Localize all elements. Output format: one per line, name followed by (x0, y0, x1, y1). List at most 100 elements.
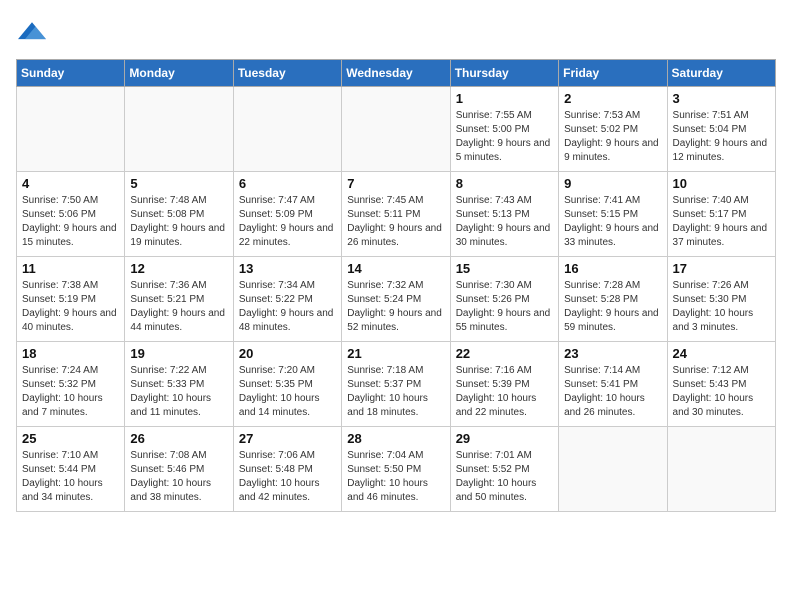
day-info: Sunrise: 7:38 AM Sunset: 5:19 PM Dayligh… (22, 279, 119, 335)
day-number: 3 (673, 91, 770, 106)
day-info: Sunrise: 7:47 AM Sunset: 5:09 PM Dayligh… (239, 194, 336, 250)
calendar-cell: 17 Sunrise: 7:26 AM Sunset: 5:30 PM Dayli… (667, 257, 775, 342)
day-number: 22 (456, 346, 553, 361)
day-info: Sunrise: 7:55 AM Sunset: 5:00 PM Dayligh… (456, 109, 553, 165)
calendar-cell: 3Sunrise: 7:51 AM Sunset: 5:04 PM Daylig… (667, 87, 775, 172)
day-number: 7 (347, 176, 444, 191)
calendar-cell (342, 87, 450, 172)
day-number: 6 (239, 176, 336, 191)
day-number: 18 (22, 346, 119, 361)
day-info: Sunrise: 7:50 AM Sunset: 5:06 PM Dayligh… (22, 194, 119, 250)
calendar-cell (667, 427, 775, 512)
calendar-cell: 12 Sunrise: 7:36 AM Sunset: 5:21 PM Dayli… (125, 257, 233, 342)
calendar-cell: 6 Sunrise: 7:47 AM Sunset: 5:09 PM Daylig… (233, 172, 341, 257)
calendar-cell: 5 Sunrise: 7:48 AM Sunset: 5:08 PM Daylig… (125, 172, 233, 257)
day-info: Sunrise: 7:34 AM Sunset: 5:22 PM Dayligh… (239, 279, 336, 335)
calendar-cell: 8 Sunrise: 7:43 AM Sunset: 5:13 PM Daylig… (450, 172, 558, 257)
day-of-week-header: Friday (559, 60, 667, 87)
day-number: 17 (673, 261, 770, 276)
calendar-cell: 11 Sunrise: 7:38 AM Sunset: 5:19 PM Dayli… (17, 257, 125, 342)
page-header (16, 16, 776, 49)
day-info: Sunrise: 7:14 AM Sunset: 5:41 PM Dayligh… (564, 364, 661, 420)
calendar-cell: 23 Sunrise: 7:14 AM Sunset: 5:41 PM Dayli… (559, 342, 667, 427)
day-info: Sunrise: 7:06 AM Sunset: 5:48 PM Dayligh… (239, 449, 336, 505)
calendar-cell: 14 Sunrise: 7:32 AM Sunset: 5:24 PM Dayli… (342, 257, 450, 342)
calendar-cell: 24 Sunrise: 7:12 AM Sunset: 5:43 PM Dayli… (667, 342, 775, 427)
calendar-cell: 7 Sunrise: 7:45 AM Sunset: 5:11 PM Daylig… (342, 172, 450, 257)
day-info: Sunrise: 7:24 AM Sunset: 5:32 PM Dayligh… (22, 364, 119, 420)
calendar-cell: 28 Sunrise: 7:04 AM Sunset: 5:50 PM Dayli… (342, 427, 450, 512)
day-info: Sunrise: 7:01 AM Sunset: 5:52 PM Dayligh… (456, 449, 553, 505)
day-number: 25 (22, 431, 119, 446)
day-number: 27 (239, 431, 336, 446)
day-of-week-header: Saturday (667, 60, 775, 87)
calendar-cell: 1 Sunrise: 7:55 AM Sunset: 5:00 PM Daylig… (450, 87, 558, 172)
day-number: 8 (456, 176, 553, 191)
day-number: 12 (130, 261, 227, 276)
logo (16, 16, 46, 49)
day-info: Sunrise: 7:30 AM Sunset: 5:26 PM Dayligh… (456, 279, 553, 335)
day-info: Sunrise: 7:22 AM Sunset: 5:33 PM Dayligh… (130, 364, 227, 420)
day-number: 2 (564, 91, 661, 106)
calendar-cell: 20Sunrise: 7:20 AM Sunset: 5:35 PM Dayli… (233, 342, 341, 427)
day-info: Sunrise: 7:12 AM Sunset: 5:43 PM Dayligh… (673, 364, 770, 420)
calendar-cell (125, 87, 233, 172)
day-number: 5 (130, 176, 227, 191)
calendar-cell: 18 Sunrise: 7:24 AM Sunset: 5:32 PM Dayli… (17, 342, 125, 427)
day-number: 29 (456, 431, 553, 446)
day-info: Sunrise: 7:53 AM Sunset: 5:02 PM Dayligh… (564, 109, 661, 165)
calendar-cell: 16 Sunrise: 7:28 AM Sunset: 5:28 PM Dayli… (559, 257, 667, 342)
calendar-cell: 29 Sunrise: 7:01 AM Sunset: 5:52 PM Dayli… (450, 427, 558, 512)
calendar-cell: 21 Sunrise: 7:18 AM Sunset: 5:37 PM Dayli… (342, 342, 450, 427)
day-number: 4 (22, 176, 119, 191)
calendar-cell (233, 87, 341, 172)
calendar-cell: 10 Sunrise: 7:40 AM Sunset: 5:17 PM Dayli… (667, 172, 775, 257)
calendar-cell: 9 Sunrise: 7:41 AM Sunset: 5:15 PM Daylig… (559, 172, 667, 257)
day-info: Sunrise: 7:48 AM Sunset: 5:08 PM Dayligh… (130, 194, 227, 250)
day-number: 24 (673, 346, 770, 361)
day-of-week-header: Tuesday (233, 60, 341, 87)
day-number: 9 (564, 176, 661, 191)
day-number: 10 (673, 176, 770, 191)
day-info: Sunrise: 7:40 AM Sunset: 5:17 PM Dayligh… (673, 194, 770, 250)
calendar-cell: 4 Sunrise: 7:50 AM Sunset: 5:06 PM Daylig… (17, 172, 125, 257)
day-number: 21 (347, 346, 444, 361)
day-number: 19 (130, 346, 227, 361)
day-number: 23 (564, 346, 661, 361)
day-info: Sunrise: 7:32 AM Sunset: 5:24 PM Dayligh… (347, 279, 444, 335)
calendar-cell: 15 Sunrise: 7:30 AM Sunset: 5:26 PM Dayli… (450, 257, 558, 342)
calendar-cell: 22 Sunrise: 7:16 AM Sunset: 5:39 PM Dayli… (450, 342, 558, 427)
calendar-cell: 19 Sunrise: 7:22 AM Sunset: 5:33 PM Dayli… (125, 342, 233, 427)
calendar-cell (559, 427, 667, 512)
day-of-week-header: Wednesday (342, 60, 450, 87)
calendar-cell: 27 Sunrise: 7:06 AM Sunset: 5:48 PM Dayli… (233, 427, 341, 512)
calendar-cell (17, 87, 125, 172)
day-info: Sunrise: 7:41 AM Sunset: 5:15 PM Dayligh… (564, 194, 661, 250)
day-info: Sunrise: 7:45 AM Sunset: 5:11 PM Dayligh… (347, 194, 444, 250)
day-info: Sunrise: 7:16 AM Sunset: 5:39 PM Dayligh… (456, 364, 553, 420)
day-number: 14 (347, 261, 444, 276)
day-number: 26 (130, 431, 227, 446)
day-info: Sunrise: 7:04 AM Sunset: 5:50 PM Dayligh… (347, 449, 444, 505)
day-number: 16 (564, 261, 661, 276)
day-info: Sunrise: 7:18 AM Sunset: 5:37 PM Dayligh… (347, 364, 444, 420)
day-info: Sunrise: 7:26 AM Sunset: 5:30 PM Dayligh… (673, 279, 770, 335)
day-number: 1 (456, 91, 553, 106)
day-of-week-header: Monday (125, 60, 233, 87)
calendar-cell: 26Sunrise: 7:08 AM Sunset: 5:46 PM Dayli… (125, 427, 233, 512)
calendar-cell: 13 Sunrise: 7:34 AM Sunset: 5:22 PM Dayli… (233, 257, 341, 342)
day-number: 28 (347, 431, 444, 446)
calendar-cell: 2 Sunrise: 7:53 AM Sunset: 5:02 PM Daylig… (559, 87, 667, 172)
calendar-table: SundayMondayTuesdayWednesdayThursdayFrid… (16, 59, 776, 512)
day-info: Sunrise: 7:20 AM Sunset: 5:35 PM Dayligh… (239, 364, 336, 420)
day-number: 15 (456, 261, 553, 276)
day-of-week-header: Sunday (17, 60, 125, 87)
day-info: Sunrise: 7:28 AM Sunset: 5:28 PM Dayligh… (564, 279, 661, 335)
day-info: Sunrise: 7:43 AM Sunset: 5:13 PM Dayligh… (456, 194, 553, 250)
logo-icon (18, 16, 46, 44)
day-info: Sunrise: 7:36 AM Sunset: 5:21 PM Dayligh… (130, 279, 227, 335)
day-number: 11 (22, 261, 119, 276)
day-number: 13 (239, 261, 336, 276)
calendar-cell: 25 Sunrise: 7:10 AM Sunset: 5:44 PM Dayli… (17, 427, 125, 512)
day-info: Sunrise: 7:10 AM Sunset: 5:44 PM Dayligh… (22, 449, 119, 505)
